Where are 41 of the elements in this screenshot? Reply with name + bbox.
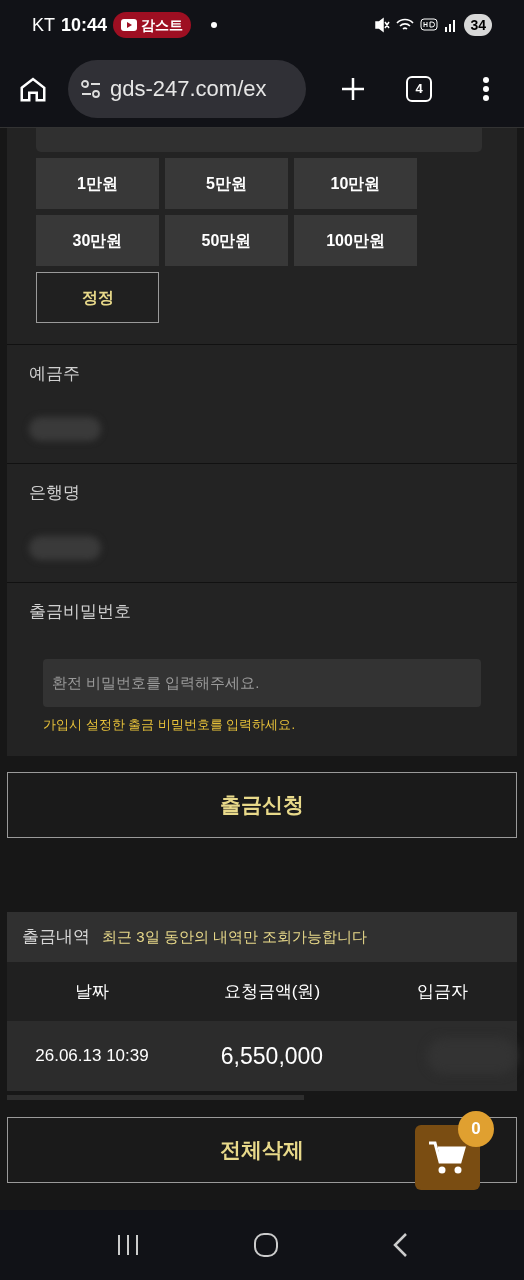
field-label: 은행명 <box>29 482 81 504</box>
amount-button[interactable]: 100만원 <box>294 215 417 266</box>
password-field[interactable]: 환전 비밀번호를 입력해주세요. <box>43 658 481 707</box>
history-title: 출금내역 <box>22 926 90 949</box>
site-settings-icon[interactable] <box>80 78 102 99</box>
column-header: 입금자 <box>415 980 469 1003</box>
amount-button[interactable]: 10만원 <box>294 158 417 209</box>
live-badge: 감스트 <box>113 12 192 38</box>
amount-cell-text: 6,550,000 <box>219 1041 325 1071</box>
recent-apps-icon[interactable] <box>116 1234 141 1256</box>
cart-icon <box>427 1139 468 1176</box>
amount-button[interactable]: 30만원 <box>36 215 159 266</box>
blurred-value <box>29 416 101 441</box>
hd-icon <box>420 18 439 32</box>
history-notice: 최근 3일 동안의 내역만 조회가능합니다 <box>102 926 367 947</box>
field-label: 예금주 <box>29 363 81 385</box>
amount-button[interactable]: 1만원 <box>36 158 159 209</box>
back-icon[interactable] <box>391 1232 408 1258</box>
url-text: gds-247.com/ex <box>110 75 267 103</box>
password-hint: 가입시 설정한 출금 비밀번호를 입력하세요. <box>43 715 297 734</box>
reset-button[interactable]: 정정 <box>36 272 159 323</box>
withdraw-request-button[interactable]: 출금신청 <box>7 772 517 838</box>
field-label: 출금비밀번호 <box>29 601 132 623</box>
carrier: KT <box>32 13 55 37</box>
address-bar[interactable]: gds-247.com/ex <box>68 59 306 118</box>
amount-button[interactable]: 5만원 <box>165 158 288 209</box>
date-cell-text: 26.06.13 10:39 <box>34 1045 150 1068</box>
amount-button[interactable]: 50만원 <box>165 215 288 266</box>
wifi-icon <box>396 17 415 33</box>
cart-count-badge: 0 <box>458 1111 494 1147</box>
mute-icon <box>374 17 391 33</box>
play-icon <box>121 19 138 31</box>
tab-count[interactable]: 4 <box>406 75 432 102</box>
home-button-icon[interactable] <box>253 1232 279 1258</box>
clock: 10:44 <box>61 13 108 37</box>
column-header: 요청금액(원) <box>222 980 322 1003</box>
plus-icon[interactable] <box>340 75 366 102</box>
column-header: 날짜 <box>74 980 110 1003</box>
menu-icon[interactable] <box>482 75 490 102</box>
battery-level: 34 <box>464 14 492 36</box>
blurred-value <box>29 535 101 560</box>
